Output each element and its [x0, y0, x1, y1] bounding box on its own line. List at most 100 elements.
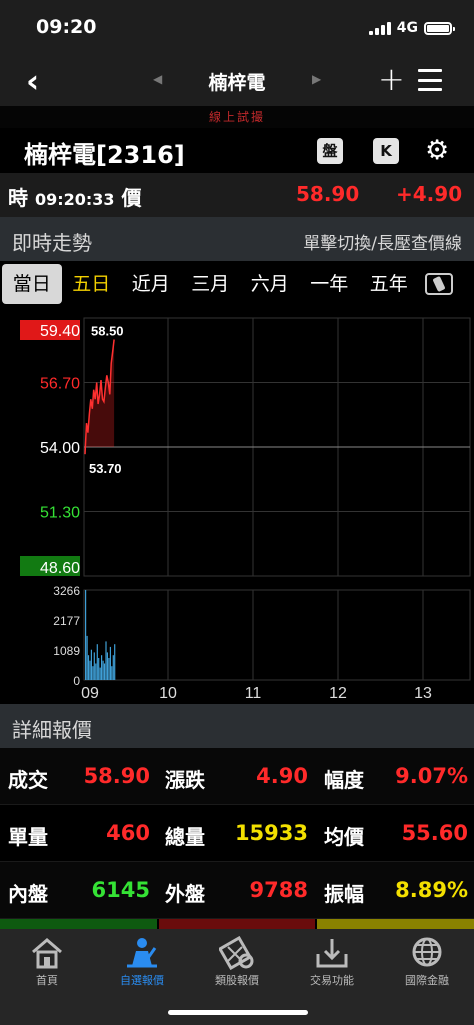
previous-stock-icon[interactable]: ◀ — [153, 72, 162, 86]
trade-icon — [285, 935, 379, 971]
volume-bar-12 — [102, 660, 104, 680]
nav-bar: ‹ ◀ 楠梓電 ▶ + — [0, 56, 474, 106]
quote-time: 時 09:20:33 價 — [8, 182, 142, 211]
quote-row-1: 成交 58.90 漲跌 4.90 幅度 9.07% — [0, 748, 474, 805]
tab-five-day[interactable]: 五日 — [62, 264, 122, 304]
tab-six-month[interactable]: 六月 — [240, 264, 300, 304]
high-label: 58.50 — [91, 324, 124, 339]
watchlist-icon — [95, 935, 189, 971]
strip-green — [0, 919, 157, 929]
trial-match-label: 線上試撮 — [208, 110, 265, 124]
tab-three-month[interactable]: 三月 — [181, 264, 241, 304]
sector-icon — [190, 935, 284, 971]
strip-red — [158, 919, 316, 929]
tab-today[interactable]: 當日 — [2, 264, 62, 304]
tabbar-watchlist-label: 自選報價 — [120, 974, 164, 987]
tab-five-year[interactable]: 五年 — [359, 264, 419, 304]
tick-volume-label: 單量 — [8, 825, 48, 849]
tabbar-watchlist[interactable]: 自選報價 — [95, 935, 189, 988]
time-label: 時 — [8, 186, 28, 210]
price-axis-label-0: 59.40 — [40, 323, 80, 340]
tabbar-home[interactable]: 首頁 — [0, 935, 94, 988]
menu-icon[interactable] — [418, 69, 442, 91]
volume-bar-14 — [105, 641, 107, 680]
price-axis-label-3: 51.30 — [40, 505, 80, 522]
tick-volume-value: 460 — [106, 821, 150, 845]
volume-bar-11 — [101, 655, 103, 680]
last-price: 58.90 — [296, 182, 360, 206]
outer-volume-value: 9788 — [249, 878, 308, 902]
price-label: 價 — [121, 186, 142, 210]
amplitude-label: 振幅 — [324, 882, 364, 906]
inner-volume-label: 內盤 — [8, 882, 48, 906]
tab-month[interactable]: 近月 — [121, 264, 181, 304]
volume-panel-frame — [83, 589, 471, 681]
trade-value: 58.90 — [83, 764, 150, 788]
status-time: 09:20 — [36, 16, 97, 38]
volume-bar-17 — [109, 646, 111, 680]
volume-bar-8 — [96, 644, 98, 680]
time-value: 09:20:33 — [34, 190, 115, 209]
volume-axis-label-2: 1089 — [53, 644, 80, 658]
add-icon[interactable]: + — [378, 60, 405, 98]
globe-icon — [380, 935, 474, 971]
tabbar-home-label: 首頁 — [36, 974, 58, 987]
tabbar-trade[interactable]: 交易功能 — [285, 935, 379, 988]
price-change: +4.90 — [396, 182, 463, 206]
back-icon[interactable]: ‹ — [26, 62, 39, 100]
volume-bar-20 — [114, 644, 116, 680]
price-axis-label-1: 56.70 — [40, 376, 80, 393]
stock-name: 楠梓電[2316] — [24, 141, 185, 169]
tabbar-sector-label: 類股報價 — [215, 974, 259, 987]
tabbar-sector[interactable]: 類股報價 — [190, 935, 284, 988]
tab-one-year[interactable]: 一年 — [300, 264, 360, 304]
volume-bar-9 — [98, 658, 100, 680]
change-label: 漲跌 — [165, 768, 205, 792]
low-label: 53.70 — [89, 461, 122, 476]
time-axis-label-1: 10 — [159, 685, 177, 702]
details-section-header: 詳細報價 — [0, 704, 474, 748]
volume-bar-10 — [99, 667, 101, 680]
volume-bar-2 — [87, 655, 90, 680]
status-bar: 09:20 4G — [0, 0, 474, 56]
k-chart-button[interactable]: K — [373, 138, 399, 164]
total-volume-label: 總量 — [165, 825, 205, 849]
volume-axis-label-3: 0 — [73, 674, 80, 688]
volume-axis-label-0: 3266 — [53, 584, 80, 598]
percent-value: 9.07% — [395, 764, 468, 788]
tabbar-trade-label: 交易功能 — [310, 974, 354, 987]
period-tabs: 當日 五日 近月 三月 六月 一年 五年 — [0, 261, 474, 307]
change-value: 4.90 — [256, 764, 308, 788]
average-price-label: 均價 — [324, 825, 364, 849]
trade-label: 成交 — [8, 768, 48, 792]
average-price-value: 55.60 — [401, 821, 468, 845]
stock-header: 楠梓電[2316] 盤 K ⚙ — [0, 128, 474, 173]
gear-icon[interactable]: ⚙ — [425, 135, 449, 166]
details-title: 詳細報價 — [12, 718, 92, 742]
tabbar-global[interactable]: 國際金融 — [380, 935, 474, 988]
volume-bar-16 — [108, 658, 110, 680]
order-book-button[interactable]: 盤 — [317, 138, 343, 164]
total-volume-value: 15933 — [234, 821, 308, 845]
volume-bar-3 — [89, 660, 91, 680]
time-axis-label-3: 12 — [329, 685, 347, 702]
network-label: 4G — [396, 20, 418, 36]
volume-bar-13 — [103, 663, 106, 680]
rotate-screen-icon[interactable] — [424, 273, 453, 295]
detail-quote-table: 成交 58.90 漲跌 4.90 幅度 9.07% 單量 460 總量 1593… — [0, 748, 474, 919]
time-axis-label-2: 11 — [245, 685, 262, 702]
strip-yellow — [317, 919, 474, 929]
intraday-chart[interactable]: 59.40 56.70 54.00 51.30 48.60 3266 2177 1089 0 09… — [0, 310, 474, 703]
volume-bar-0 — [85, 590, 87, 680]
intraday-hint: 單擊切換/長壓查價線 — [303, 234, 462, 254]
volume-bar-7 — [95, 663, 97, 680]
volume-bar-5 — [92, 666, 94, 680]
intraday-chart-svg: 59.40 56.70 54.00 51.30 48.60 3266 2177 1089 009… — [20, 317, 471, 702]
next-stock-icon[interactable]: ▶ — [312, 72, 321, 86]
volume-bar-6 — [93, 652, 95, 680]
quote-row-2: 單量 460 總量 15933 均價 55.60 — [0, 805, 474, 862]
signal-icon — [368, 21, 391, 35]
volume-bar-1 — [86, 635, 88, 680]
quote-row: 時 09:20:33 價 58.90 +4.90 — [0, 173, 474, 217]
trial-match-banner: 線上試撮 — [0, 106, 474, 128]
